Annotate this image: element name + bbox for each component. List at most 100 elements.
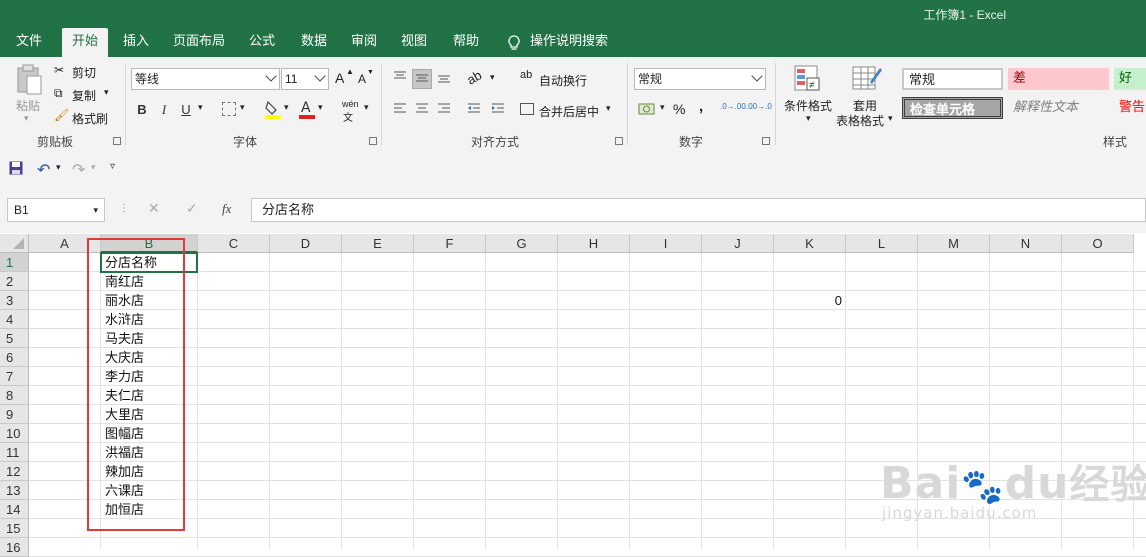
column-header-n[interactable]: N	[990, 234, 1062, 253]
tab-file[interactable]: 文件	[4, 28, 54, 57]
format-as-table-label-2[interactable]: 表格格式	[836, 112, 884, 129]
style-bad[interactable]: 差	[1008, 68, 1109, 90]
row-header-10[interactable]: 10	[0, 424, 29, 443]
format-painter-icon[interactable]: 🖌	[54, 108, 69, 122]
row-header-9[interactable]: 9	[0, 405, 29, 424]
merge-center-button[interactable]: 合并后居中	[539, 103, 599, 120]
column-header-h[interactable]: H	[558, 234, 630, 253]
undo-icon[interactable]: ↶	[37, 160, 55, 179]
conditional-formatting-button[interactable]: 条件格式	[784, 97, 832, 114]
decrease-indent-icon[interactable]	[464, 100, 484, 120]
align-top-icon[interactable]	[390, 69, 410, 89]
shrink-font-button[interactable]: A	[358, 72, 366, 86]
save-icon[interactable]	[9, 161, 23, 175]
conditional-dropdown-icon[interactable]: ▾	[806, 113, 811, 124]
number-launcher-icon[interactable]	[762, 137, 770, 145]
comma-style-button[interactable]: ,	[699, 98, 703, 115]
decrease-decimal-button[interactable]: .00→.0	[746, 102, 772, 111]
row-header-3[interactable]: 3	[0, 291, 29, 310]
column-header-k[interactable]: K	[774, 234, 846, 253]
row-header-2[interactable]: 2	[0, 272, 29, 291]
tab-help[interactable]: 帮助	[444, 28, 488, 57]
format-table-dropdown-icon[interactable]: ▾	[888, 113, 893, 124]
font-launcher-icon[interactable]	[369, 137, 377, 145]
fill-color-icon[interactable]	[264, 99, 282, 119]
conditional-formatting-icon[interactable]: ≠	[794, 64, 822, 94]
font-name-select[interactable]: 等线	[131, 68, 280, 90]
formula-input[interactable]: 分店名称	[251, 198, 1146, 222]
font-color-icon[interactable]: A	[298, 99, 316, 119]
enter-check-icon[interactable]: ✓	[186, 200, 198, 217]
row-header-4[interactable]: 4	[0, 310, 29, 329]
row-header-14[interactable]: 14	[0, 500, 29, 519]
row-header-16[interactable]: 16	[0, 538, 29, 557]
bold-button[interactable]: B	[132, 100, 152, 120]
redo-icon[interactable]: ↷	[72, 160, 90, 179]
style-good[interactable]: 好	[1114, 68, 1146, 90]
redo-dropdown-icon[interactable]: ▾	[91, 162, 96, 173]
name-box[interactable]: B1 ▾	[7, 198, 105, 222]
column-header-m[interactable]: M	[918, 234, 990, 253]
row-header-12[interactable]: 12	[0, 462, 29, 481]
phonetic-guide-button[interactable]: wén	[342, 99, 359, 109]
column-header-o[interactable]: O	[1062, 234, 1134, 253]
align-left-icon[interactable]	[390, 100, 410, 120]
percent-style-button[interactable]: %	[673, 101, 685, 117]
paste-dropdown-icon[interactable]: ▾	[24, 113, 29, 124]
align-bottom-icon[interactable]	[434, 69, 454, 89]
name-box-dropdown-icon[interactable]: ▾	[93, 199, 98, 221]
scissors-icon[interactable]: ✂	[54, 63, 64, 77]
column-header-j[interactable]: J	[702, 234, 774, 253]
cut-button[interactable]: 剪切	[72, 64, 96, 81]
clipboard-launcher-icon[interactable]	[113, 137, 121, 145]
align-middle-icon[interactable]	[412, 69, 432, 89]
fill-color-dropdown-icon[interactable]: ▾	[284, 102, 289, 113]
italic-button[interactable]: I	[154, 100, 174, 120]
tell-me-search[interactable]: 操作说明搜索	[528, 28, 610, 57]
row-header-1[interactable]: 1	[0, 253, 29, 272]
increase-decimal-button[interactable]: .0→.00	[720, 102, 746, 111]
copy-dropdown-icon[interactable]: ▾	[104, 87, 109, 98]
cell-k3[interactable]: 0	[774, 291, 842, 310]
phonetic-dropdown-icon[interactable]: ▾	[364, 102, 369, 113]
accounting-format-icon[interactable]	[638, 101, 656, 117]
tab-home[interactable]: 开始	[62, 28, 108, 57]
row-header-15[interactable]: 15	[0, 519, 29, 538]
row-header-5[interactable]: 5	[0, 329, 29, 348]
row-header-13[interactable]: 13	[0, 481, 29, 500]
row-header-6[interactable]: 6	[0, 348, 29, 367]
style-explanatory-text[interactable]: 解释性文本	[1008, 97, 1109, 119]
align-right-icon[interactable]	[434, 100, 454, 120]
alignment-launcher-icon[interactable]	[615, 137, 623, 145]
font-color-dropdown-icon[interactable]: ▾	[318, 102, 323, 113]
cancel-icon[interactable]: ✕	[148, 200, 160, 217]
column-header-g[interactable]: G	[486, 234, 558, 253]
borders-icon[interactable]	[222, 102, 236, 116]
orientation-dropdown-icon[interactable]: ▾	[490, 72, 495, 83]
insert-function-button[interactable]: fx	[222, 201, 231, 217]
style-normal[interactable]: 常规	[902, 68, 1003, 90]
format-as-table-icon[interactable]	[852, 64, 882, 94]
row-header-8[interactable]: 8	[0, 386, 29, 405]
align-center-icon[interactable]	[412, 100, 432, 120]
row-header-11[interactable]: 11	[0, 443, 29, 462]
borders-dropdown-icon[interactable]: ▾	[240, 102, 245, 113]
undo-dropdown-icon[interactable]: ▾	[56, 162, 61, 173]
tab-insert[interactable]: 插入	[114, 28, 158, 57]
column-header-e[interactable]: E	[342, 234, 414, 253]
merge-dropdown-icon[interactable]: ▾	[606, 103, 611, 114]
tab-review[interactable]: 审阅	[342, 28, 386, 57]
font-size-select[interactable]: 11	[281, 68, 329, 90]
column-header-c[interactable]: C	[198, 234, 270, 253]
underline-button[interactable]: U	[176, 100, 196, 120]
underline-dropdown-icon[interactable]: ▾	[198, 102, 203, 113]
increase-indent-icon[interactable]	[488, 100, 508, 120]
tab-formulas[interactable]: 公式	[240, 28, 284, 57]
format-painter-button[interactable]: 格式刷	[72, 110, 108, 127]
grow-font-button[interactable]: A	[335, 70, 344, 86]
paste-icon[interactable]	[14, 63, 46, 95]
tab-view[interactable]: 视图	[392, 28, 436, 57]
tab-page-layout[interactable]: 页面布局	[168, 28, 230, 57]
copy-icon[interactable]: ⧉	[54, 86, 63, 101]
customize-qat-icon[interactable]: ▿	[110, 161, 115, 172]
